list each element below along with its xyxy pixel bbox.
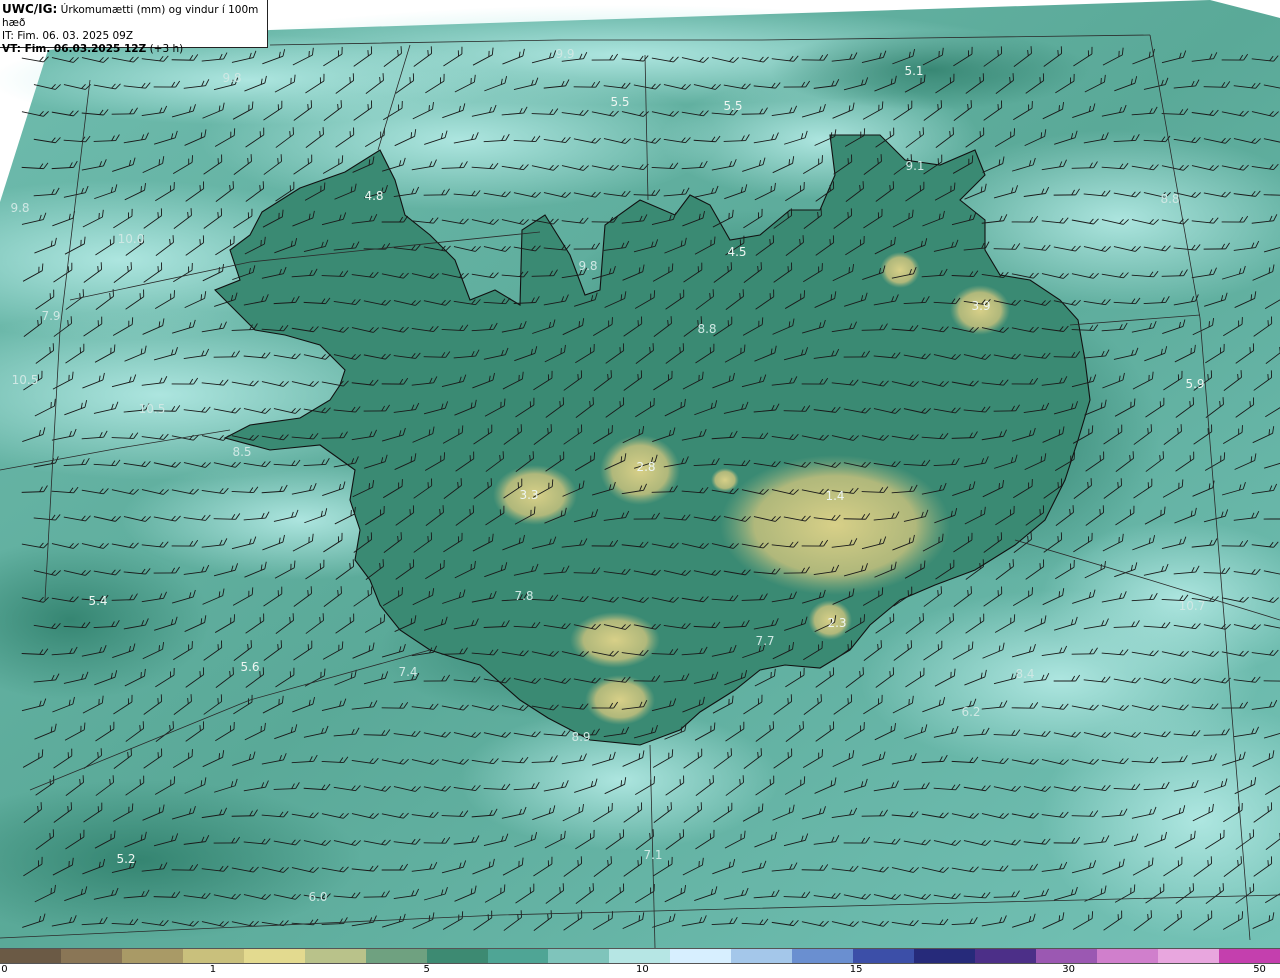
precip-value-label: 5.5	[610, 95, 629, 109]
precip-value-label: 7.8	[514, 589, 533, 603]
colorbar-segment	[1035, 949, 1097, 963]
colorbar-tick-label: 5	[423, 964, 430, 975]
colorbar-segment	[731, 949, 793, 963]
precip-value-label: 3.3	[519, 488, 538, 502]
colorbar-ticks: 0 1 5 10 15 30 50	[0, 964, 1280, 978]
colorbar-segment	[182, 949, 244, 963]
precip-value-label: 3.9	[971, 299, 990, 313]
precip-value-label: 8.8	[697, 322, 716, 336]
precip-value-label: 8.8	[1160, 192, 1179, 206]
precip-value-label: 10.7	[1179, 599, 1206, 613]
map-info-box: UWC/IG: Úrkomumætti (mm) og vindur í 100…	[0, 0, 268, 55]
issue-time: IT: Fim. 06. 03. 2025 09Z	[2, 30, 134, 42]
precip-value-label: 6.0	[308, 890, 327, 904]
forecast-offset: (+3 h)	[149, 43, 184, 55]
precip-value-label: 10.5	[139, 402, 166, 416]
colorbar-segment	[1157, 949, 1219, 963]
precip-value-label: 9.8	[578, 259, 597, 273]
colorbar-segment	[0, 949, 61, 963]
precip-value-label: 8.4	[1015, 667, 1034, 681]
precip-value-label: 5.6	[240, 660, 259, 674]
colorbar-tick-label: 15	[849, 964, 863, 975]
colorbar-tick-label: 1	[209, 964, 217, 975]
colorbar-segment	[60, 949, 122, 963]
title-line: UWC/IG: Úrkomumætti (mm) og vindur í 100…	[2, 3, 267, 30]
precip-value-label: 8.5	[232, 445, 251, 459]
precip-value-label: 9.8	[10, 201, 29, 215]
precip-colorbar	[0, 948, 1280, 964]
precip-value-label: 5.9	[1185, 377, 1204, 391]
colorbar-segment	[365, 949, 427, 963]
colorbar-segment	[914, 949, 975, 963]
precip-value-label: 5.5	[723, 99, 742, 113]
colorbar-segment	[548, 949, 610, 963]
valid-time-line: VT: Fim. 06.03.2025 12Z (+3 h)	[2, 43, 267, 56]
precip-value-label: 9.9	[555, 47, 574, 61]
precip-value-label: 5.4	[88, 594, 107, 608]
precip-value-label: 5.1	[904, 64, 923, 78]
colorbar-segment	[609, 949, 671, 963]
source-label: UWC/IG:	[2, 2, 58, 16]
precip-value-label: 6.2	[961, 705, 980, 719]
precip-value-label: 9.8	[222, 71, 241, 85]
precip-value-label: 7.9	[41, 309, 60, 323]
colorbar-segment	[1218, 949, 1280, 963]
colorbar-segment	[304, 949, 366, 963]
colorbar-segment	[121, 949, 183, 963]
colorbar-segment	[426, 949, 488, 963]
colorbar-segment	[1096, 949, 1158, 963]
precip-value-label: 9.1	[905, 159, 924, 173]
precip-value-label: 7.1	[643, 848, 662, 862]
precip-value-label: 4.5	[727, 245, 746, 259]
colorbar-segment	[243, 949, 305, 963]
valid-time: VT: Fim. 06.03.2025 12Z	[2, 43, 147, 55]
precip-value-label: 10.0	[118, 232, 145, 246]
precip-value-label: 7.4	[398, 665, 417, 679]
colorbar-segment	[975, 949, 1036, 963]
precip-value-label: 2.3	[827, 616, 846, 630]
colorbar-segment	[487, 949, 549, 963]
colorbar-segment	[853, 949, 915, 963]
precip-value-label: 4.8	[364, 189, 383, 203]
precip-value-label: 10.5	[12, 373, 39, 387]
weather-map-stage: 9.9 9.8 5.5 5.5 5.1 9.1 4.8 9.8 10.0 8.8 4.5 9.8 3.9…	[0, 0, 1280, 978]
precip-value-label: 1.4	[825, 489, 844, 503]
colorbar-tick-label: 10	[636, 964, 649, 975]
colorbar-segment	[792, 949, 854, 963]
colorbar-segment	[670, 949, 732, 963]
colorbar-tick-label: 50	[1253, 964, 1266, 975]
precipitation-wind-map: 9.9 9.8 5.5 5.5 5.1 9.1 4.8 9.8 10.0 8.8 4.5 9.8 3.9…	[0, 0, 1280, 948]
precip-value-label: 5.2	[116, 852, 135, 866]
colorbar-tick-label: 30	[1062, 964, 1075, 975]
precip-value-label: 8.9	[571, 730, 590, 744]
precip-value-label: 7.7	[755, 634, 774, 648]
colorbar-tick-label: 0	[1, 964, 8, 975]
precip-value-label: 2.8	[636, 460, 655, 474]
